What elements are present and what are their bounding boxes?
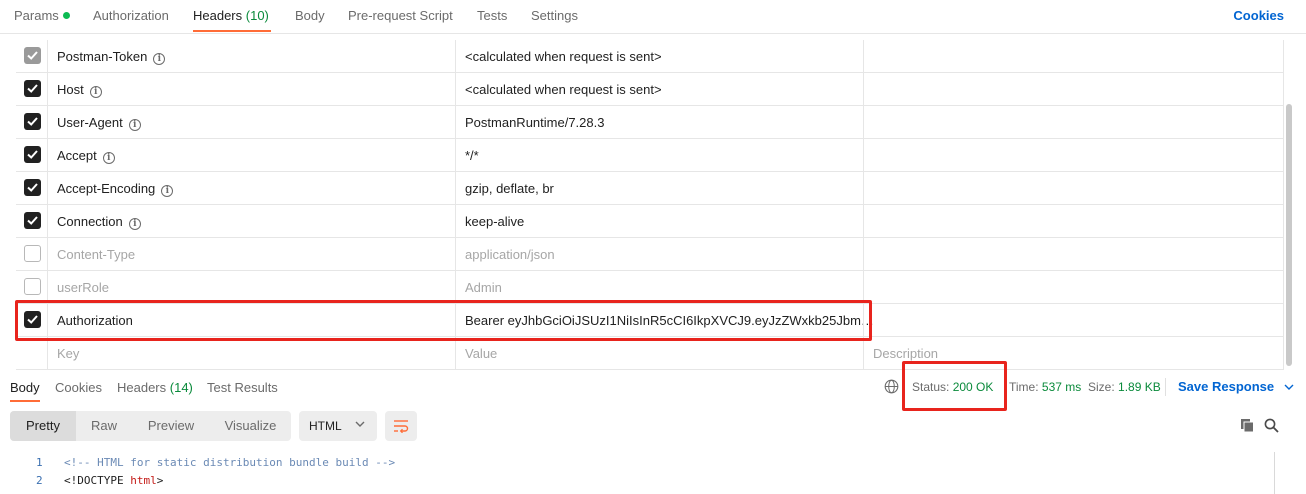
- request-tabs: Params Authorization Headers (10) Body P…: [0, 0, 1306, 34]
- line-number: 2: [36, 474, 43, 487]
- response-tab-test-results[interactable]: Test Results: [207, 380, 278, 395]
- code-scrollbar[interactable]: [1274, 452, 1275, 494]
- header-key[interactable]: Accept: [57, 148, 97, 163]
- header-key[interactable]: Accept-Encoding: [57, 181, 155, 196]
- wrap-lines-icon: [394, 420, 409, 433]
- mode-visualize-button[interactable]: Visualize: [210, 411, 291, 441]
- header-key[interactable]: Connection: [57, 214, 123, 229]
- header-row-user-agent: User-Agent i PostmanRuntime/7.28.3: [16, 106, 1284, 139]
- response-tab-body[interactable]: Body: [10, 380, 40, 395]
- header-checkbox[interactable]: [24, 146, 41, 163]
- line-number: 1: [36, 456, 43, 469]
- header-checkbox[interactable]: [24, 47, 41, 64]
- header-row-new: Key Value Description: [16, 337, 1284, 370]
- header-value[interactable]: */*: [465, 148, 479, 163]
- tab-params[interactable]: Params: [14, 8, 70, 23]
- response-size[interactable]: Size: 1.89 KB: [1088, 380, 1161, 394]
- header-checkbox[interactable]: [24, 80, 41, 97]
- header-description[interactable]: [863, 304, 1284, 337]
- header-value[interactable]: <calculated when request is sent>: [465, 82, 662, 97]
- tab-headers[interactable]: Headers (10): [193, 8, 269, 23]
- new-description-input[interactable]: Description: [873, 346, 938, 361]
- response-tab-headers[interactable]: Headers (14): [117, 380, 193, 395]
- header-key[interactable]: Host: [57, 82, 84, 97]
- header-checkbox[interactable]: [24, 212, 41, 229]
- chevron-down-icon: [1284, 384, 1294, 390]
- header-value[interactable]: <calculated when request is sent>: [465, 49, 662, 64]
- info-icon[interactable]: i: [153, 53, 166, 65]
- mode-raw-button[interactable]: Raw: [76, 411, 132, 441]
- header-row-host: Host i <calculated when request is sent>: [16, 73, 1284, 106]
- header-value[interactable]: application/json: [465, 247, 555, 262]
- header-description[interactable]: [863, 271, 1284, 304]
- new-value-input[interactable]: Value: [465, 346, 497, 361]
- header-key[interactable]: userRole: [57, 280, 109, 295]
- header-row-postman-token: Postman-Token i <calculated when request …: [16, 40, 1284, 73]
- mode-preview-button[interactable]: Preview: [132, 411, 210, 441]
- cookies-link[interactable]: Cookies: [1233, 8, 1284, 23]
- header-row-accept-encoding: Accept-Encoding i gzip, deflate, br: [16, 172, 1284, 205]
- active-tab-indicator: [193, 30, 271, 32]
- search-icon[interactable]: [1264, 418, 1279, 433]
- header-description[interactable]: [863, 106, 1284, 139]
- tab-tests[interactable]: Tests: [477, 8, 507, 23]
- mode-pretty-button[interactable]: Pretty: [10, 411, 76, 441]
- header-row-accept: Accept i */*: [16, 139, 1284, 172]
- response-active-tab-indicator: [10, 400, 40, 402]
- tab-settings[interactable]: Settings: [531, 8, 578, 23]
- info-icon[interactable]: i: [128, 119, 141, 131]
- format-mode-switcher: Pretty Raw Preview Visualize: [10, 411, 291, 441]
- header-description[interactable]: [863, 73, 1284, 106]
- headers-scrollbar[interactable]: [1286, 104, 1292, 366]
- header-value[interactable]: keep-alive: [465, 214, 524, 229]
- header-description[interactable]: [863, 172, 1284, 205]
- info-icon[interactable]: i: [102, 152, 115, 164]
- response-tab-cookies[interactable]: Cookies: [55, 380, 102, 395]
- header-checkbox[interactable]: [24, 278, 41, 295]
- header-value[interactable]: gzip, deflate, br: [465, 181, 554, 196]
- info-icon[interactable]: i: [128, 218, 141, 230]
- divider: [1165, 378, 1166, 396]
- code-line: <!-- HTML for static distribution bundle…: [64, 456, 396, 469]
- header-checkbox[interactable]: [24, 179, 41, 196]
- header-checkbox[interactable]: [24, 245, 41, 262]
- new-key-input[interactable]: Key: [57, 346, 79, 361]
- save-response-button[interactable]: Save Response: [1178, 379, 1294, 394]
- tab-body[interactable]: Body: [295, 8, 325, 23]
- header-key[interactable]: Postman-Token: [57, 49, 147, 64]
- header-key[interactable]: Content-Type: [57, 247, 135, 262]
- header-key[interactable]: User-Agent: [57, 115, 123, 130]
- response-status[interactable]: Status: 200 OK: [912, 380, 993, 394]
- header-description[interactable]: [863, 238, 1284, 271]
- header-checkbox[interactable]: [24, 311, 41, 328]
- header-value[interactable]: Bearer eyJhbGciOiJSUzI1NiIsInR5cCI6IkpXV…: [465, 313, 874, 328]
- response-time[interactable]: Time: 537 ms: [1009, 380, 1081, 394]
- copy-icon[interactable]: [1240, 418, 1255, 433]
- code-line: <!DOCTYPE html>: [64, 474, 164, 487]
- info-icon[interactable]: i: [161, 185, 174, 197]
- header-description[interactable]: [863, 40, 1284, 73]
- headers-table: Postman-Token i <calculated when request …: [16, 34, 1284, 370]
- header-checkbox[interactable]: [24, 113, 41, 130]
- info-icon[interactable]: i: [89, 86, 102, 98]
- chevron-down-icon: [355, 421, 365, 427]
- header-value[interactable]: PostmanRuntime/7.28.3: [465, 115, 604, 130]
- header-value[interactable]: Admin: [465, 280, 502, 295]
- header-row-authorization: Authorization Bearer eyJhbGciOiJSUzI1NiI…: [16, 304, 1284, 337]
- globe-icon[interactable]: [884, 379, 899, 394]
- wrap-lines-button[interactable]: [385, 411, 417, 441]
- header-row-user-role: userRole Admin: [16, 271, 1284, 304]
- header-key[interactable]: Authorization: [57, 313, 133, 328]
- tab-pre-request-script[interactable]: Pre-request Script: [348, 8, 453, 23]
- params-active-dot: [62, 12, 70, 19]
- header-row-connection: Connection i keep-alive: [16, 205, 1284, 238]
- tab-authorization[interactable]: Authorization: [93, 8, 169, 23]
- language-select[interactable]: HTML: [299, 411, 377, 441]
- header-row-content-type: Content-Type application/json: [16, 238, 1284, 271]
- header-description[interactable]: [863, 139, 1284, 172]
- header-description[interactable]: [863, 205, 1284, 238]
